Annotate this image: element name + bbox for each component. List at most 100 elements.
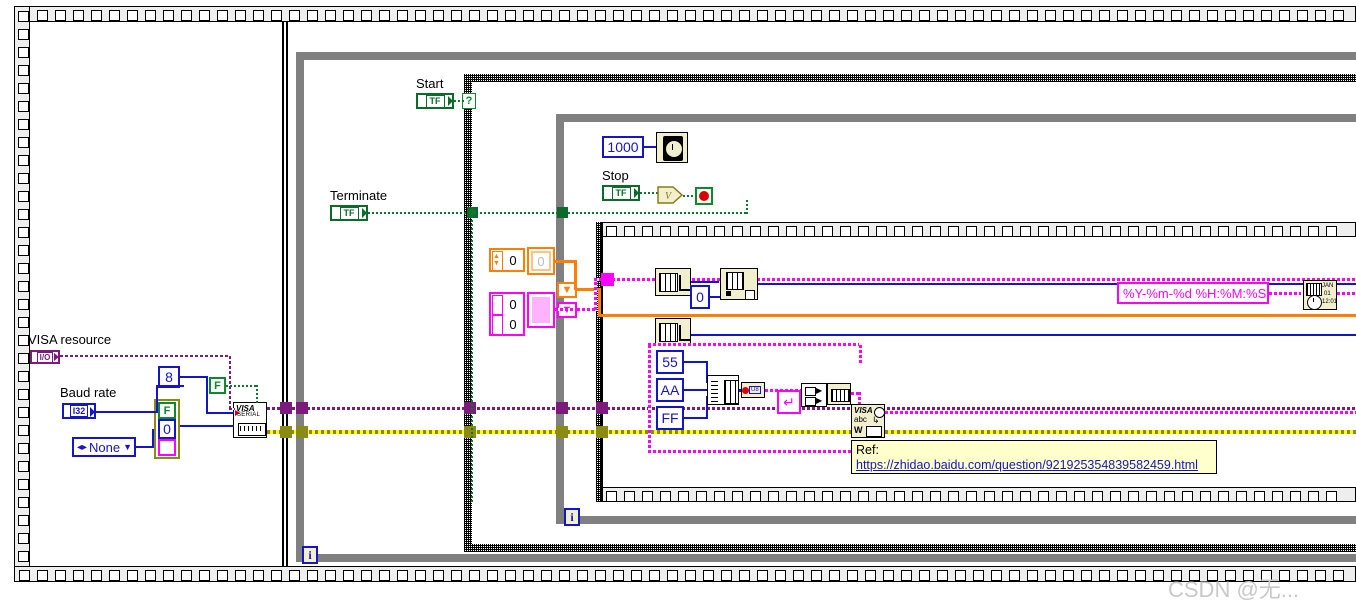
wire-terminate-down [471,212,473,502]
terminate-terminal[interactable]: TF [330,205,368,221]
structure-band-square [649,10,660,21]
wire-databits-out [180,376,208,378]
structure-band-square [271,10,282,21]
start-terminal[interactable]: TF [416,93,454,109]
structure-band-square [1153,570,1164,581]
byte-array-to-string-node[interactable] [827,383,851,405]
pink-array-index-control-2[interactable] [492,315,503,335]
structure-band-square [1225,10,1236,21]
wait-ms-node[interactable] [656,132,688,163]
visa-resource-terminal[interactable]: I/O [30,350,60,364]
baud-rate-terminal[interactable]: I32 [62,403,96,419]
structure-band-square [18,551,29,562]
pink-array-index-control-1[interactable] [492,295,503,315]
structure-band-square [606,226,617,236]
structure-band-square [847,10,858,21]
index-constant[interactable]: 0 [690,285,710,309]
wire-baud-vert [156,385,158,413]
structure-band-square [1261,10,1272,21]
structure-band-square [1117,570,1128,581]
wire-byte55 [684,361,708,363]
structure-band-square [1315,570,1326,581]
wire-visa-resource-vert [229,355,231,409]
time-format-constant[interactable]: %Y-%m-%d %H:%M:%S [1117,282,1269,304]
structure-band-square [883,570,894,581]
pink-array-value-2: 0 [509,316,517,332]
structure-band-square [18,317,29,328]
index-array-node-top[interactable] [655,268,691,296]
structure-band-square [757,10,768,21]
wire-orange-down [574,260,577,290]
structure-band-square [703,10,714,21]
structure-band-square [451,10,462,21]
watch-hand-icon [672,144,673,150]
case-selector-terminal[interactable]: ? [462,93,476,109]
structure-band-square [714,226,725,236]
structure-band-square [577,10,588,21]
structure-band-square [948,226,959,236]
structure-band-square [1272,226,1283,236]
structure-band-square [559,10,570,21]
innermost-structure-bottom-band [601,487,1356,502]
parity-string-constant[interactable] [158,439,176,456]
byte-constant-FF[interactable]: FF [656,406,684,430]
wire-visawrite-out [885,411,1356,414]
structure-band-square [1045,10,1056,21]
structure-band-square [1236,226,1247,236]
visa-configure-serial-port-node[interactable]: VISA SERIAL [233,402,267,438]
format-datetime-node[interactable]: JAN 01 12:01 [1303,280,1337,310]
enable-termchar-constant[interactable]: F [209,377,226,394]
visa-write-node[interactable]: VISA abc ↳ W [851,404,885,438]
index-hook-icon [679,325,690,341]
visa-resource-type-label: I/O [36,351,54,363]
structure-band-square [18,497,29,508]
structure-band-square [1056,491,1067,501]
orange-array-value: 0 [509,252,517,268]
structure-band-square [1002,226,1013,236]
byte-constant-55[interactable]: 55 [656,350,684,374]
structure-band-square [1189,10,1200,21]
structure-band-square [1279,10,1290,21]
wait-time-constant[interactable]: 1000 [602,136,644,158]
structure-band-square [18,173,29,184]
wire-index-array-out-top [691,281,719,283]
structure-band-square [1164,491,1175,501]
loop-stop-terminal[interactable] [695,187,713,205]
structure-band-square [37,10,48,21]
byte-constant-AA[interactable]: AA [656,378,684,402]
structure-band-square [1099,10,1110,21]
parity-false-constant[interactable]: F [158,402,176,419]
array-subset-node[interactable] [720,268,758,300]
structure-band-square [984,226,995,236]
wire-visa-resource [60,355,231,357]
structure-band-square [901,10,912,21]
carriage-return-constant[interactable]: ↵ [777,390,801,414]
stop-terminal[interactable]: TF [602,185,640,201]
visa-write-port-icon [866,426,882,437]
structure-band-square [18,47,29,58]
parity-zero-constant[interactable]: 0 [158,419,176,439]
flow-control-ring[interactable]: ◂▸ None ▼ [72,437,136,457]
to-u8-conversion-node[interactable]: U8 [741,382,765,398]
structure-band-square [624,491,635,501]
inner-while-loop-bottom [556,516,1356,524]
or-function-node[interactable]: V [657,186,684,204]
structure-band-square [217,10,228,21]
clock-hand-icon [1313,298,1314,302]
structure-band-square [1171,10,1182,21]
concatenate-strings-node[interactable]: ▶ ▶ [801,383,827,407]
down-arrow-icon: ▼ [561,283,573,296]
structure-band-square [1200,226,1211,236]
structure-band-square [894,226,905,236]
tunnel-error-4 [556,426,568,438]
structure-band-square [415,10,426,21]
comment-link[interactable]: https://zhidao.baidu.com/question/921925… [856,458,1212,473]
index-array-node-bottom[interactable] [655,318,691,346]
build-array-node[interactable] [707,375,739,405]
structure-band-square [379,570,390,581]
concat-box2-icon [805,397,816,406]
u8-label-icon: U8 [749,386,761,394]
structure-band-square [660,226,671,236]
array-grid-icon [726,272,744,290]
structure-band-square [1333,570,1344,581]
